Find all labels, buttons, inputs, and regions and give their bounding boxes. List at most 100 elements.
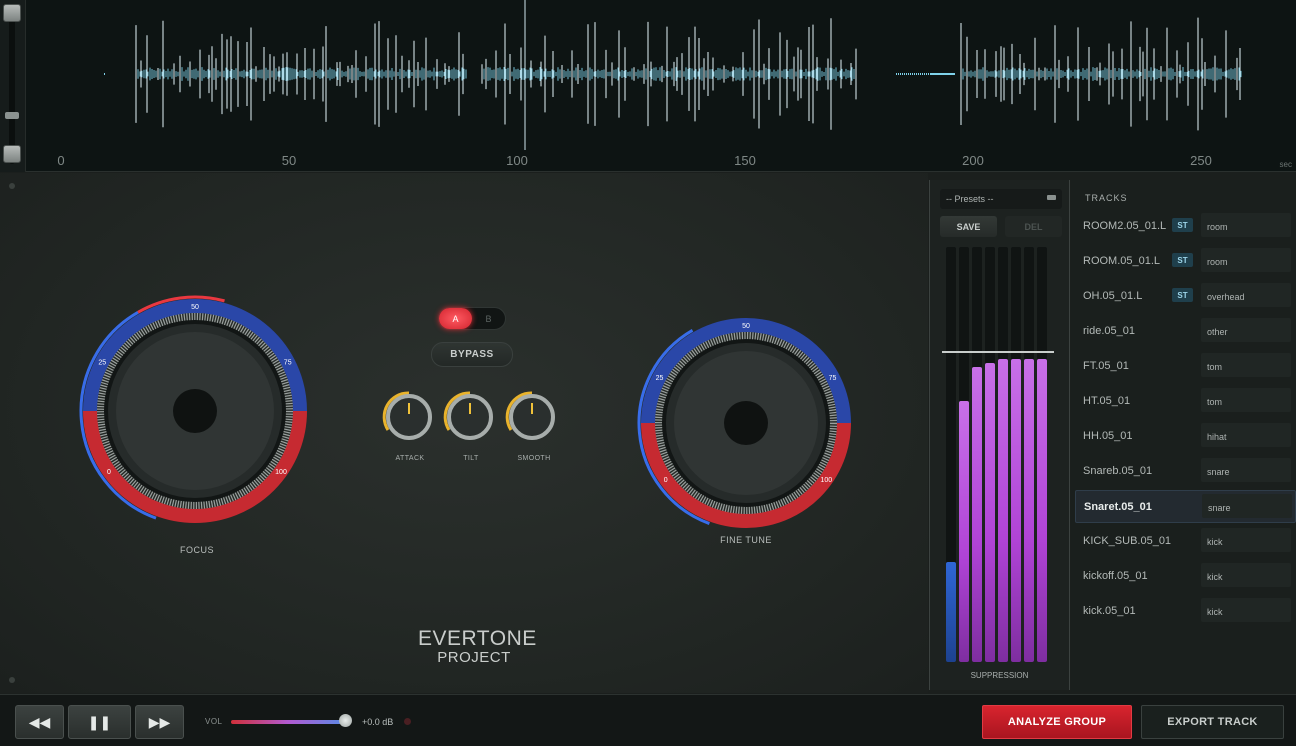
- dial-scale-mark: 75: [829, 375, 837, 382]
- delete-preset-button[interactable]: DEL: [1005, 216, 1062, 237]
- track-category-select[interactable]: kick: [1201, 563, 1291, 587]
- meter-bar: [998, 247, 1008, 662]
- track-row[interactable]: FT.05_01 tom: [1075, 350, 1296, 383]
- time-tick-label: 250: [1190, 153, 1212, 168]
- track-category-select[interactable]: tom: [1201, 388, 1291, 412]
- track-name: HH.05_01: [1083, 430, 1133, 442]
- dial-scale-mark: 100: [820, 477, 832, 484]
- ab-option-b[interactable]: B: [472, 308, 505, 329]
- track-row[interactable]: kick.05_01 kick: [1075, 595, 1296, 628]
- track-name: FT.05_01: [1083, 360, 1129, 372]
- track-category-select[interactable]: snare: [1201, 458, 1291, 482]
- volume-slider-thumb[interactable]: [339, 714, 352, 727]
- smooth-knob[interactable]: [503, 388, 561, 451]
- time-tick-label: 100: [506, 153, 528, 168]
- time-tick-label: 200: [962, 153, 984, 168]
- tracks-panel: TRACKS ROOM2.05_01.L ST room ROOM.05_01.L ST…: [1071, 180, 1296, 692]
- dial-scale-mark: 25: [656, 375, 664, 382]
- track-name: ride.05_01: [1083, 325, 1135, 337]
- track-name: OH.05_01.L: [1083, 290, 1143, 302]
- panel-screw: [9, 677, 15, 683]
- scroll-bottom-handle[interactable]: [3, 145, 21, 163]
- suppression-meter: [946, 247, 1052, 662]
- track-category-select[interactable]: kick: [1201, 528, 1291, 552]
- time-unit-label: sec: [1279, 160, 1292, 169]
- fine-tune-dial[interactable]: 0 25 50 75 100: [626, 303, 866, 548]
- meter-bar: [1037, 247, 1047, 662]
- track-category-select[interactable]: other: [1201, 318, 1291, 342]
- track-category-select[interactable]: overhead: [1201, 283, 1291, 307]
- track-category-select[interactable]: snare: [1202, 494, 1292, 518]
- track-name: Snaret.05_01: [1084, 501, 1152, 513]
- rewind-icon: ◀◀: [28, 713, 51, 730]
- meter-fill: [998, 359, 1008, 662]
- fast-forward-icon: ▶▶: [148, 713, 171, 730]
- track-name: kickoff.05_01: [1083, 570, 1148, 582]
- scroll-track[interactable]: [9, 8, 15, 164]
- track-row[interactable]: KICK_SUB.05_01 kick: [1075, 525, 1296, 558]
- track-row[interactable]: kickoff.05_01 kick: [1075, 560, 1296, 593]
- focus-label: FOCUS: [180, 545, 214, 555]
- meter-bar: [1011, 247, 1021, 662]
- meter-fill: [959, 401, 969, 662]
- dropdown-grip-icon: [1047, 195, 1056, 200]
- volume-slider[interactable]: [231, 720, 345, 724]
- zoom-handle[interactable]: [5, 112, 19, 119]
- ab-option-a[interactable]: A: [439, 308, 472, 329]
- track-row[interactable]: ROOM.05_01.L ST room: [1075, 245, 1296, 278]
- track-name: ROOM2.05_01.L: [1083, 220, 1167, 232]
- attack-knob[interactable]: [380, 388, 438, 451]
- track-row[interactable]: HT.05_01 tom: [1075, 385, 1296, 418]
- stereo-badge[interactable]: ST: [1172, 218, 1193, 232]
- bypass-button[interactable]: BYPASS: [431, 342, 513, 367]
- pause-icon: ❚❚: [87, 713, 112, 730]
- track-name: ROOM.05_01.L: [1083, 255, 1161, 267]
- track-category-select[interactable]: room: [1201, 213, 1291, 237]
- dial-scale-mark: 50: [742, 323, 750, 330]
- panel-screw: [9, 183, 15, 189]
- fine-tune-label: FINE TUNE: [720, 535, 772, 545]
- dial-scale-mark: 25: [98, 360, 106, 367]
- dial-scale-mark: 0: [664, 477, 668, 484]
- track-row[interactable]: Snaret.05_01 snare: [1075, 490, 1296, 523]
- track-category-select[interactable]: room: [1201, 248, 1291, 272]
- track-row[interactable]: ROOM2.05_01.L ST room: [1075, 210, 1296, 243]
- track-category-select[interactable]: tom: [1201, 353, 1291, 377]
- track-category-select[interactable]: kick: [1201, 598, 1291, 622]
- tilt-knob[interactable]: [441, 388, 499, 451]
- track-name: Snareb.05_01: [1083, 465, 1153, 477]
- meter-threshold-line[interactable]: [942, 351, 1054, 353]
- save-preset-button[interactable]: SAVE: [940, 216, 997, 237]
- ab-switch[interactable]: A B: [438, 307, 506, 330]
- dial-scale-mark: 0: [107, 469, 111, 476]
- track-row[interactable]: HH.05_01 hihat: [1075, 420, 1296, 453]
- meter-bar: [972, 247, 982, 662]
- waveform-display[interactable]: [26, 0, 1296, 150]
- waveform-panel[interactable]: 0 50 100 150 200 250 sec: [0, 0, 1296, 172]
- track-category-select[interactable]: hihat: [1201, 423, 1291, 447]
- track-row[interactable]: Snareb.05_01 snare: [1075, 455, 1296, 488]
- stereo-badge[interactable]: ST: [1172, 288, 1193, 302]
- stereo-badge[interactable]: ST: [1172, 253, 1193, 267]
- track-row[interactable]: ride.05_01 other: [1075, 315, 1296, 348]
- clip-indicator-led: [404, 718, 411, 725]
- analyze-group-button[interactable]: ANALYZE GROUP: [982, 705, 1132, 739]
- track-row[interactable]: OH.05_01.L ST overhead: [1075, 280, 1296, 313]
- rewind-button[interactable]: ◀◀: [15, 705, 64, 739]
- track-name: kick.05_01: [1083, 605, 1136, 617]
- zoom-scrollbar[interactable]: [0, 0, 26, 172]
- track-name: KICK_SUB.05_01: [1083, 535, 1172, 547]
- focus-dial[interactable]: 0 25 50 75 100: [70, 286, 320, 541]
- fast-forward-button[interactable]: ▶▶: [135, 705, 184, 739]
- presets-dropdown[interactable]: -- Presets --: [940, 189, 1062, 209]
- transport-bar: ◀◀ ❚❚ ▶▶ VOL +0.0 dB ANALYZE GROUP EXPOR…: [0, 694, 1296, 746]
- suppression-label: SUPPRESSION: [970, 671, 1029, 680]
- meter-fill: [972, 367, 982, 662]
- tracks-title: TRACKS: [1085, 193, 1128, 203]
- scroll-top-handle[interactable]: [3, 4, 21, 22]
- time-tick-label: 50: [281, 153, 297, 168]
- pause-button[interactable]: ❚❚: [68, 705, 131, 739]
- logo-line1: EVERTONE: [418, 627, 537, 650]
- export-track-button[interactable]: EXPORT TRACK: [1141, 705, 1284, 739]
- smooth-label: SMOOTH: [517, 455, 551, 462]
